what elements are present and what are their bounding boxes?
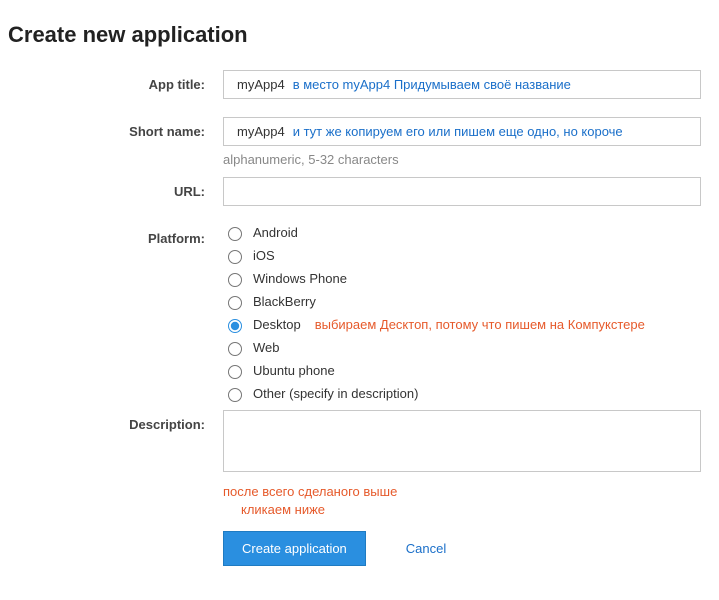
platform-radio[interactable] (228, 227, 242, 241)
platform-radio[interactable] (228, 296, 242, 310)
short-name-input[interactable] (223, 117, 701, 146)
platform-option-android[interactable]: Android (223, 224, 701, 241)
short-name-hint: alphanumeric, 5-32 characters (223, 152, 701, 167)
platform-label: Desktop (253, 317, 301, 332)
platform-option-ios[interactable]: iOS (223, 247, 701, 264)
cancel-link[interactable]: Cancel (406, 541, 446, 556)
row-description: Description: после всего сделаного выше … (8, 410, 711, 519)
platform-option-desktop[interactable]: Desktop выбираем Десктоп, потому что пише… (223, 316, 701, 333)
platform-label: Windows Phone (253, 271, 347, 286)
platform-label: Other (specify in description) (253, 386, 418, 401)
row-platform: Platform: Android iOS Windows Phone BlackBe… (8, 224, 711, 402)
platform-radio[interactable] (228, 342, 242, 356)
platform-list: Android iOS Windows Phone BlackBerry Desktop… (223, 224, 701, 402)
platform-radio[interactable] (228, 273, 242, 287)
platform-option-web[interactable]: Web (223, 339, 701, 356)
platform-radio[interactable] (228, 250, 242, 264)
row-app-title: App title: myApp4 в место myApp4 Придумы… (8, 70, 711, 99)
url-input[interactable] (223, 177, 701, 206)
platform-option-blackberry[interactable]: BlackBerry (223, 293, 701, 310)
label-description: Description: (8, 410, 223, 432)
post-instructions-line1: после всего сделаного выше (223, 483, 701, 501)
platform-label: BlackBerry (253, 294, 316, 309)
description-textarea[interactable] (223, 410, 701, 472)
label-platform: Platform: (8, 224, 223, 246)
post-instructions-line2: кликаем ниже (223, 501, 701, 519)
platform-option-other-specify-in-description-[interactable]: Other (specify in description) (223, 385, 701, 402)
platform-radio[interactable] (228, 388, 242, 402)
app-title-input[interactable] (223, 70, 701, 99)
platform-label: Android (253, 225, 298, 240)
page-title: Create new application (8, 22, 711, 48)
row-short-name: Short name: myApp4 и тут же копируем его… (8, 117, 711, 167)
platform-radio[interactable] (228, 365, 242, 379)
platform-option-windows-phone[interactable]: Windows Phone (223, 270, 701, 287)
platform-label: iOS (253, 248, 275, 263)
platform-label: Ubuntu phone (253, 363, 335, 378)
post-instructions: после всего сделаного выше кликаем ниже (223, 483, 701, 519)
platform-option-ubuntu-phone[interactable]: Ubuntu phone (223, 362, 701, 379)
label-url: URL: (8, 177, 223, 199)
platform-label: Web (253, 340, 280, 355)
create-application-button[interactable]: Create application (223, 531, 366, 566)
label-short-name: Short name: (8, 117, 223, 139)
platform-annotation: выбираем Десктоп, потому что пишем на Ко… (315, 317, 645, 332)
row-url: URL: (8, 177, 711, 206)
row-actions: Create application Cancel (8, 523, 711, 566)
label-app-title: App title: (8, 70, 223, 92)
platform-radio[interactable] (228, 319, 242, 333)
